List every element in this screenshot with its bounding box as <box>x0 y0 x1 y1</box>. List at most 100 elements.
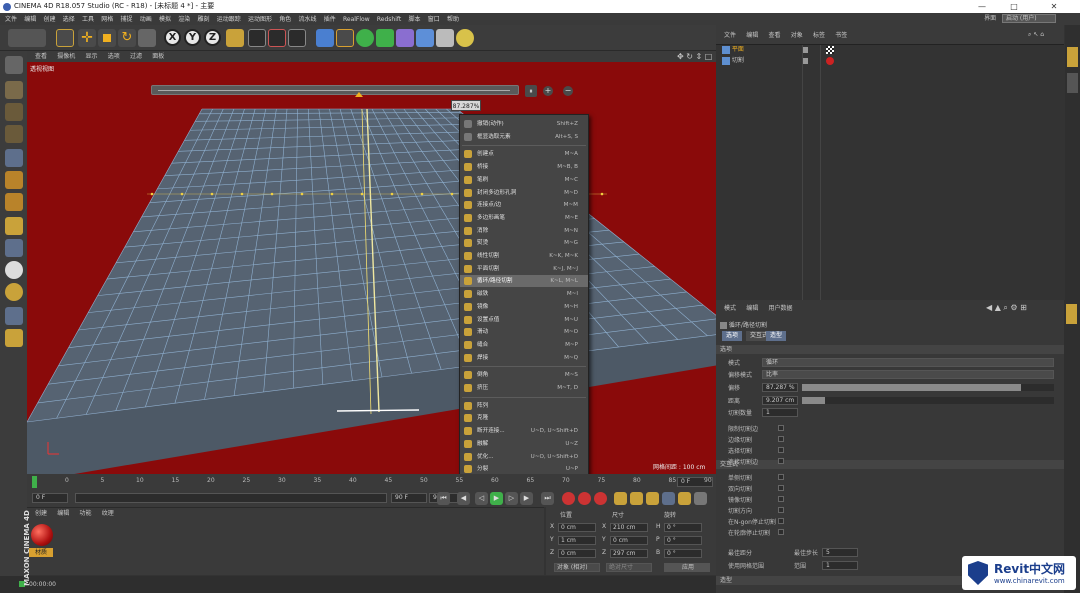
keyframe-selection-icon[interactable] <box>594 492 607 505</box>
checkbox[interactable] <box>778 496 784 502</box>
axis-mode-icon[interactable] <box>5 217 23 235</box>
object-row-cut[interactable]: 切割 <box>722 56 834 66</box>
points-mode-icon[interactable] <box>5 149 23 167</box>
close-button[interactable]: ✕ <box>1040 0 1068 13</box>
tab-options[interactable]: 选项 <box>722 331 743 341</box>
context-menu-item[interactable]: 克隆 <box>460 412 588 424</box>
coordinate-system-icon[interactable] <box>226 29 244 47</box>
scale-key-icon[interactable] <box>630 492 643 505</box>
polygons-mode-icon[interactable] <box>5 193 23 211</box>
timeline-ruler[interactable]: 0 F 0 5 10 15 20 25 30 35 40 45 50 55 60 65 70 75 80 85 90 <box>27 474 716 490</box>
material-menu-edit[interactable]: 编辑 <box>57 509 69 519</box>
viewport-menu-view[interactable]: 查看 <box>35 51 47 62</box>
checkbox[interactable] <box>778 485 784 491</box>
deformer-icon[interactable] <box>396 29 414 47</box>
attr-offset-mode-select[interactable]: 比率 <box>762 370 1054 379</box>
material-name[interactable]: 材质 <box>29 548 53 557</box>
context-menu-item[interactable]: 设置点值 M~U <box>460 314 588 326</box>
coord-field[interactable]: 0 ° <box>664 536 702 545</box>
context-menu-item[interactable]: 框显选取元素 Alt+S, S <box>460 131 588 143</box>
pen-spline-icon[interactable] <box>336 29 354 47</box>
context-menu-item[interactable]: 焊接 M~Q <box>460 352 588 364</box>
object-row-plane[interactable]: 平面 <box>722 45 834 55</box>
nurbs-icon[interactable] <box>356 29 374 47</box>
checker-tag-icon[interactable] <box>826 46 834 54</box>
workplane-icon[interactable] <box>5 125 23 143</box>
side-tab-objects[interactable] <box>1067 47 1078 67</box>
context-menu-item[interactable]: 倒角 M~S <box>460 369 588 381</box>
start-frame-field[interactable]: 0 F <box>32 493 68 503</box>
checkbox[interactable] <box>778 529 784 535</box>
viewport-menu-options[interactable]: 选项 <box>108 51 120 62</box>
context-menu-item[interactable]: 平面切割 K~J, M~J <box>460 263 588 275</box>
parameter-key-icon[interactable] <box>662 492 675 505</box>
context-menu-item[interactable]: 多边形画笔 M~E <box>460 212 588 224</box>
z-axis-lock-icon[interactable]: Z <box>204 29 221 46</box>
render-picture-viewer-icon[interactable] <box>268 29 286 47</box>
camera-icon[interactable] <box>436 29 454 47</box>
viewport[interactable]: 透视视图 ⏸ + − 87.287% 网格间距 : 100 cm <box>27 62 716 474</box>
object-menu-file[interactable]: 文件 <box>724 26 736 46</box>
go-to-end-icon[interactable]: ⏭ <box>541 492 554 505</box>
next-frame-icon[interactable]: ▷ <box>505 492 518 505</box>
object-menu-view[interactable]: 查看 <box>769 26 781 46</box>
preview-range-field[interactable] <box>75 493 387 503</box>
attr-best-step-field[interactable]: 5 <box>822 548 858 557</box>
record-icon[interactable] <box>562 492 575 505</box>
scale-icon[interactable] <box>98 29 116 47</box>
context-menu-item[interactable]: 封闭多边形孔洞 M~D <box>460 187 588 199</box>
context-menu-item[interactable]: 断开连接... U~D, U~Shift+D <box>460 425 588 437</box>
attr-cuts-field[interactable]: 1 <box>762 408 798 417</box>
viewport-menu-panel[interactable]: 面板 <box>152 51 164 62</box>
attr-offset-slider[interactable] <box>802 384 1054 391</box>
context-menu-item[interactable]: 循环/路径切割 K~L, M~L <box>460 275 588 288</box>
rotation-key-icon[interactable] <box>646 492 659 505</box>
end-frame-field[interactable]: 90 F <box>391 493 427 503</box>
coord-field[interactable]: 0 ° <box>664 523 702 532</box>
checkbox[interactable] <box>778 447 784 453</box>
side-tab-attributes[interactable] <box>1066 304 1077 324</box>
coord-field[interactable]: 0 cm <box>558 523 596 532</box>
object-menu-edit[interactable]: 编辑 <box>746 26 758 46</box>
context-menu-item[interactable]: 磁铁 M~I <box>460 288 588 300</box>
checkbox[interactable] <box>778 458 784 464</box>
material-menu-function[interactable]: 功能 <box>80 509 92 519</box>
attribute-menu-mode[interactable]: 模式 <box>724 301 736 317</box>
context-menu-item[interactable]: 挤压 M~T, D <box>460 382 588 394</box>
context-menu-item[interactable]: 桥接 M~B, B <box>460 161 588 173</box>
coord-field[interactable]: 0 cm <box>558 549 596 558</box>
attr-offset-field[interactable]: 87.287 % <box>762 383 798 392</box>
coord-field[interactable]: 297 cm <box>610 549 648 558</box>
attribute-menu-edit[interactable]: 编辑 <box>746 301 758 317</box>
workplane-lock-icon[interactable] <box>5 307 23 325</box>
viewport-menu-display[interactable]: 显示 <box>86 51 98 62</box>
checkbox[interactable] <box>778 507 784 513</box>
attribute-menu-userdata[interactable]: 用户数据 <box>769 301 793 317</box>
quantize-icon[interactable] <box>5 283 23 301</box>
attribute-nav-icons[interactable]: ◀ ▲ ⌕ ⚙ ⊞ <box>986 300 1027 316</box>
checkbox[interactable] <box>778 518 784 524</box>
attr-range-field[interactable]: 1 <box>822 561 858 570</box>
go-to-start-icon[interactable]: ⏮ <box>437 492 450 505</box>
tweak-mode-icon[interactable] <box>5 239 23 257</box>
live-select-icon[interactable] <box>56 29 74 47</box>
x-axis-lock-icon[interactable]: X <box>164 29 181 46</box>
array-icon[interactable] <box>376 29 394 47</box>
model-mode-icon[interactable] <box>5 81 23 99</box>
cube-primitive-icon[interactable] <box>316 29 334 47</box>
context-menu-item[interactable]: 消除 M~N <box>460 225 588 237</box>
context-menu-item[interactable]: 优化... U~O, U~Shift+O <box>460 451 588 463</box>
undo-icon[interactable] <box>8 29 46 47</box>
context-menu-item[interactable]: 融解 U~Z <box>460 438 588 450</box>
tab-shaping[interactable]: 造型 <box>766 331 787 341</box>
attr-mode-select[interactable]: 循环 <box>762 358 1054 367</box>
render-settings-icon[interactable] <box>288 29 306 47</box>
context-menu-item[interactable]: 笔刷 M~C <box>460 174 588 186</box>
context-menu-item[interactable]: 熨烫 M~G <box>460 237 588 249</box>
edges-mode-icon[interactable] <box>5 171 23 189</box>
slider-remove-icon[interactable]: − <box>563 86 573 96</box>
coords-apply-button[interactable]: 应用 <box>664 563 710 572</box>
context-menu-item[interactable]: 线性切割 K~K, M~K <box>460 250 588 262</box>
coord-field[interactable]: 1 cm <box>558 536 596 545</box>
previous-frame-icon[interactable]: ◁ <box>475 492 488 505</box>
